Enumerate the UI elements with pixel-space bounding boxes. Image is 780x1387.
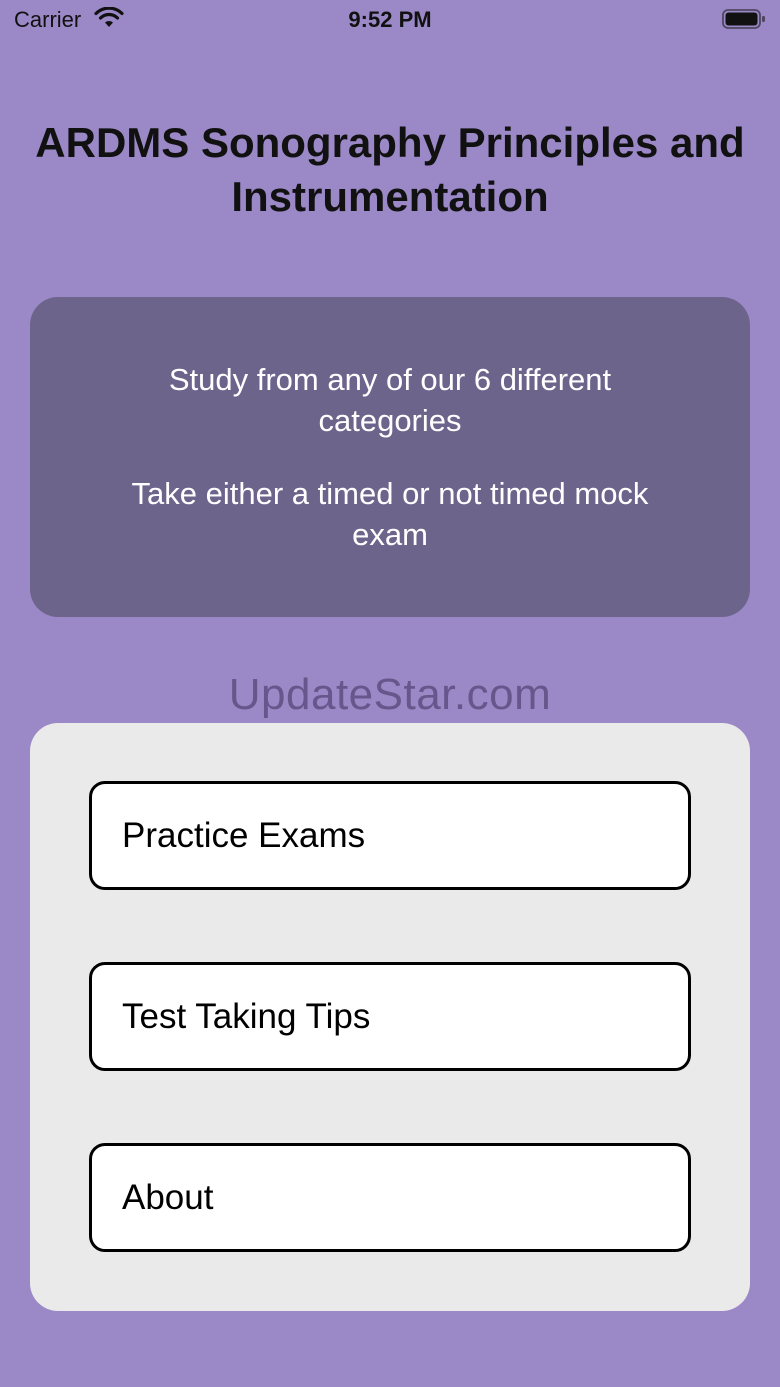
- test-taking-tips-button[interactable]: Test Taking Tips: [89, 962, 691, 1071]
- practice-exams-button[interactable]: Practice Exams: [89, 781, 691, 890]
- clock: 9:52 PM: [348, 7, 432, 32]
- info-categories-text: Study from any of our 6 different catego…: [168, 362, 612, 438]
- menu-panel: Practice Exams Test Taking Tips About: [30, 723, 750, 1311]
- about-button[interactable]: About: [89, 1143, 691, 1252]
- info-card: Study from any of our 6 different catego…: [30, 297, 750, 617]
- info-mock-exam-text: Take either a timed or not timed mock ex…: [131, 476, 649, 552]
- battery-full-icon: [722, 9, 765, 29]
- watermark: UpdateStar.com: [228, 670, 552, 719]
- app-screen: Carrier 9:52 PM ARDMS Sonography Princip…: [0, 0, 780, 1387]
- status-bar: Carrier 9:52 PM: [0, 0, 780, 40]
- page-title: ARDMS Sonography Principles and Instrume…: [35, 119, 745, 220]
